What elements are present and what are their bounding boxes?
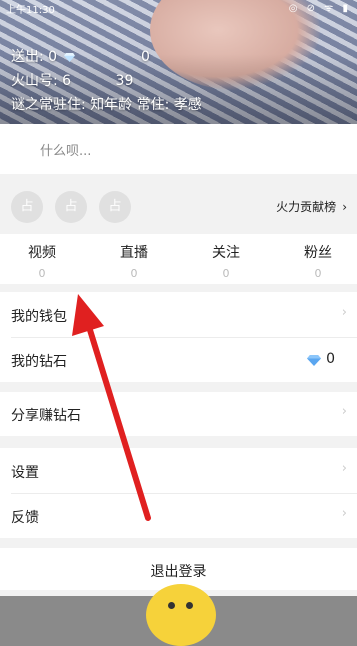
- sent-line: 送出: 0 0: [11, 46, 150, 66]
- id-line: 火山号: 6 39: [11, 70, 133, 90]
- diamonds-label: 我的钻石: [11, 354, 67, 370]
- stat-following[interactable]: 关注 0: [196, 242, 256, 280]
- stat-fans[interactable]: 粉丝 0: [288, 242, 348, 280]
- share-label: 分享赚钻石: [11, 408, 81, 424]
- sent-label: 送出: 0: [11, 49, 58, 65]
- diamond-count: 0: [326, 351, 335, 367]
- settings-label: 设置: [11, 465, 39, 481]
- seat-avatar[interactable]: 占: [11, 191, 43, 223]
- diamond-icon: [307, 355, 321, 366]
- settings-group: 设置 › 反馈 ›: [0, 448, 357, 538]
- menu-item-feedback[interactable]: 反馈 ›: [0, 494, 357, 538]
- diamond-icon: [63, 52, 75, 62]
- signature-placeholder: 什么呗...: [40, 144, 92, 159]
- seat-avatar[interactable]: 占: [55, 191, 87, 223]
- status-time: 上午11:30: [6, 5, 55, 16]
- wallet-group: 我的钱包 › 我的钻石 0: [0, 292, 357, 382]
- sent-suffix: 0: [140, 49, 150, 65]
- chevron-right-icon: ›: [341, 506, 347, 521]
- id-label: 火山号: 6: [11, 73, 72, 89]
- wallet-label: 我的钱包: [11, 309, 67, 325]
- menu-item-wallet[interactable]: 我的钱包 ›: [0, 292, 357, 337]
- chevron-right-icon: ›: [341, 305, 347, 320]
- stat-live[interactable]: 直播 0: [104, 242, 164, 280]
- fans-row: 占 占 占 火力贡献榜 ›: [0, 174, 357, 234]
- profile-header: 上午11:30 ◎ ⊘ ᯤ ▮ 送出: 0 0 火山号: 6 39 谜之常驻住:…: [0, 0, 357, 124]
- menu-item-share[interactable]: 分享赚钻石 ›: [0, 392, 357, 436]
- status-bar: 上午11:30 ◎ ⊘ ᯤ ▮: [0, 0, 357, 16]
- location-line: 谜之常驻住: 知年龄 常住: 孝感: [11, 97, 202, 113]
- id-suffix: 39: [115, 73, 134, 89]
- stats-bar: 视频 0 直播 0 关注 0 粉丝 0: [0, 234, 357, 284]
- chevron-right-icon: ›: [342, 200, 347, 214]
- menu-item-diamonds[interactable]: 我的钻石 0: [0, 338, 357, 382]
- chevron-right-icon: ›: [341, 404, 347, 419]
- menu-item-settings[interactable]: 设置 ›: [0, 448, 357, 493]
- status-icons: ◎ ⊘ ᯤ ▮: [288, 3, 351, 14]
- contribution-rank-link[interactable]: 火力贡献榜 ›: [276, 198, 347, 215]
- contribution-label: 火力贡献榜: [276, 200, 337, 214]
- chevron-right-icon: ›: [341, 461, 347, 476]
- signature-row[interactable]: 什么呗...: [0, 124, 357, 174]
- feedback-label: 反馈: [11, 510, 39, 526]
- mascot-icon: [146, 584, 216, 646]
- profile-screen: 上午11:30 ◎ ⊘ ᯤ ▮ 送出: 0 0 火山号: 6 39 谜之常驻住:…: [0, 0, 357, 646]
- logout-label: 退出登录: [150, 564, 207, 580]
- stat-videos[interactable]: 视频 0: [12, 242, 72, 280]
- seat-avatar[interactable]: 占: [99, 191, 131, 223]
